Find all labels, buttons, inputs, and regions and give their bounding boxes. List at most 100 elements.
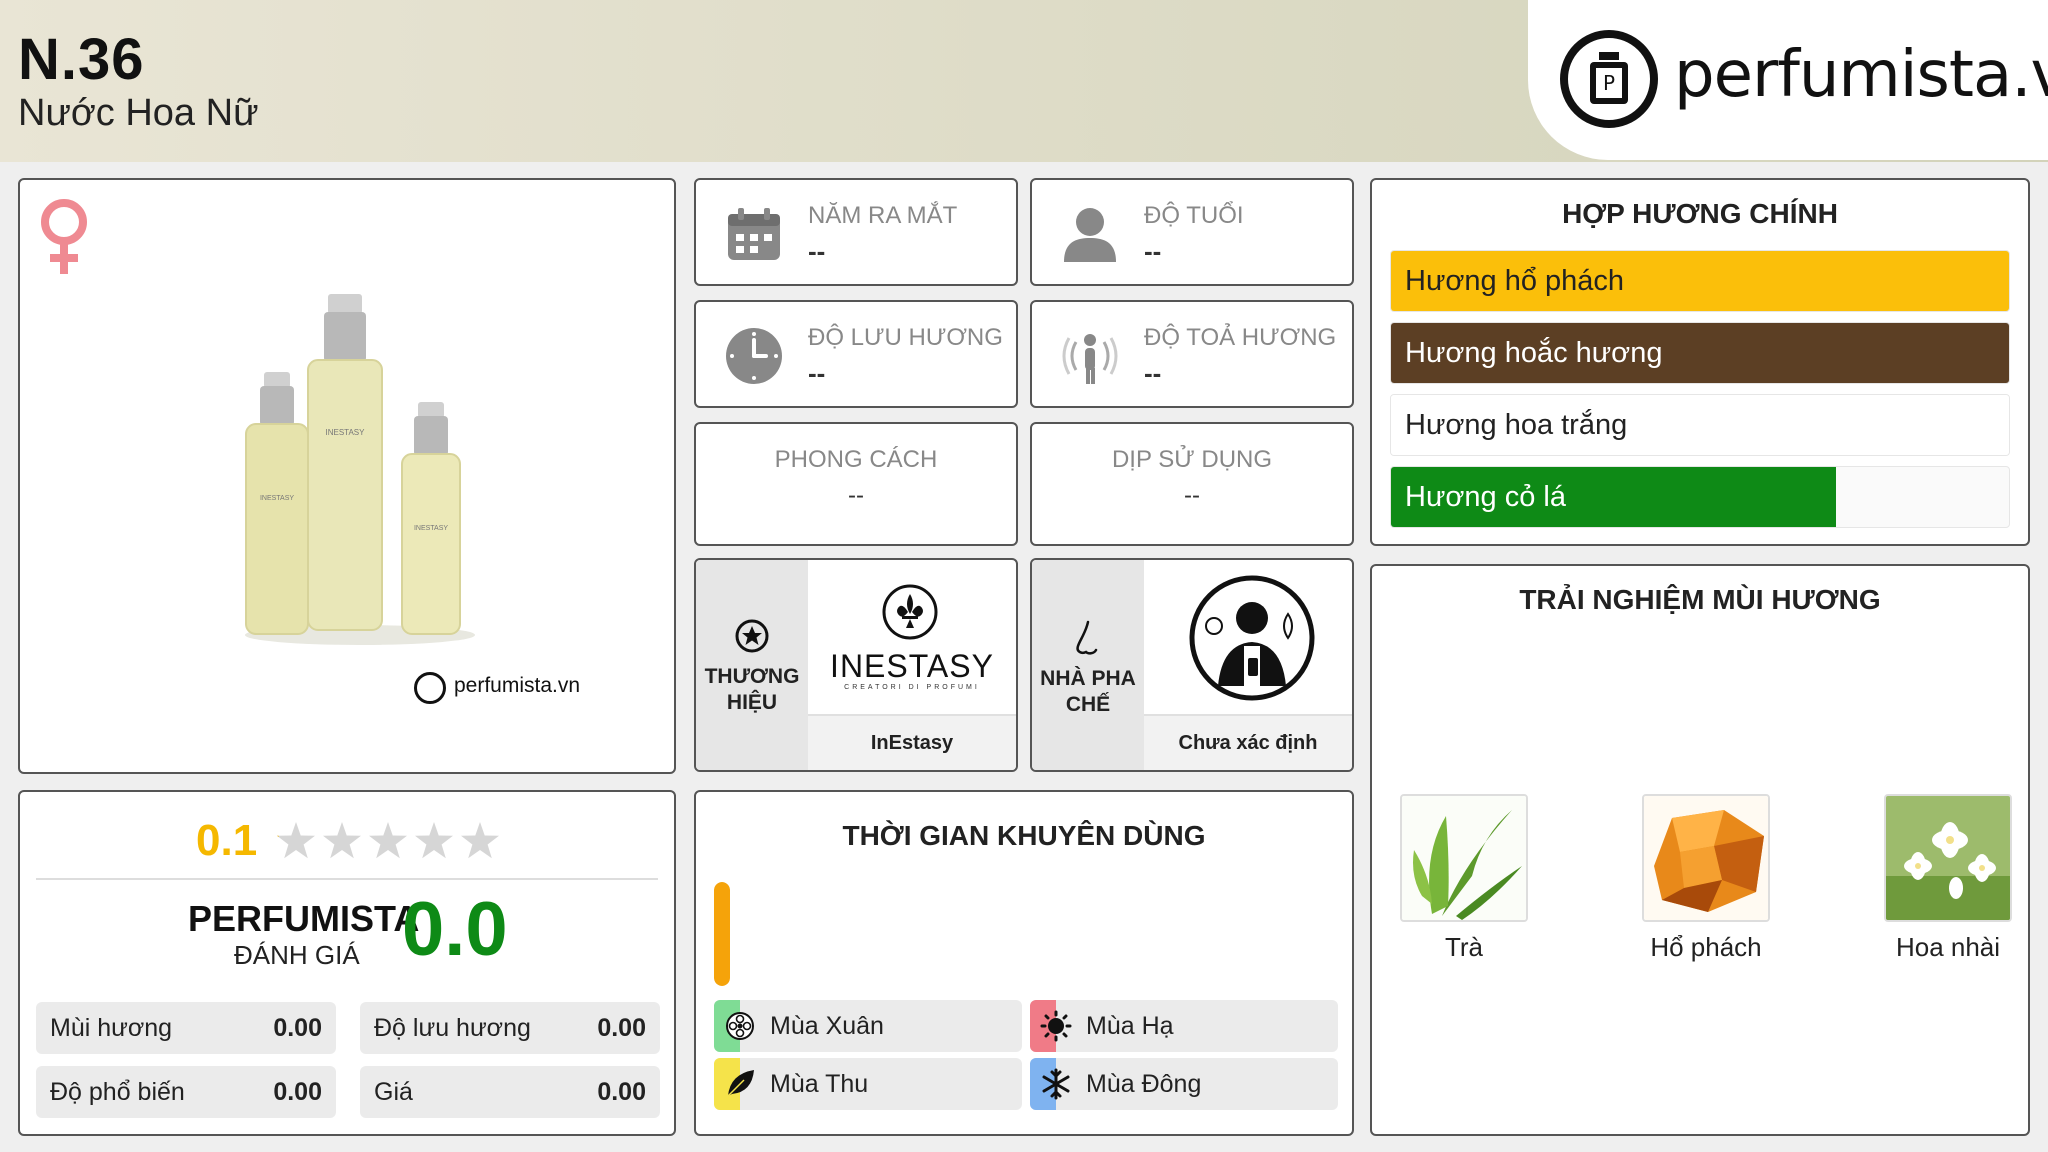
star-badge-icon (735, 619, 769, 653)
star-icon[interactable] (415, 822, 453, 859)
perfume-bottle-logo-icon: P (1560, 30, 1658, 128)
score-value: 0.00 (597, 1078, 646, 1106)
svg-text:INESTASY: INESTASY (326, 428, 366, 437)
svg-text:INESTASY: INESTASY (414, 525, 448, 532)
season-label: Mùa Hạ (1086, 1012, 1174, 1040)
stat-label: ĐỘ TOẢ HƯƠNG (1144, 324, 1337, 351)
perfumer-name: Chưa xác định (1144, 714, 1352, 770)
site-logo[interactable]: P perfumista.vn (1528, 0, 2048, 160)
accord-label: Hương hổ phách (1405, 265, 1625, 297)
brand-side-panel: THƯƠNG HIỆU (696, 560, 808, 770)
stars-svg (277, 822, 499, 859)
accord-bar: Hương cỏ lá (1390, 466, 2010, 528)
season-autumn: Mùa Thu (714, 1058, 1022, 1110)
brand-label-line1: THƯƠNG (704, 665, 800, 688)
snowflake-icon (1042, 1068, 1070, 1100)
stat-label: ĐỘ TUỔI (1144, 202, 1244, 229)
perfumista-score: 0.0 (402, 887, 508, 972)
score-value: 0.00 (597, 1014, 646, 1042)
score-price: Giá 0.00 (360, 1066, 660, 1118)
day-night-track (714, 882, 730, 986)
female-symbol-icon (41, 199, 87, 274)
stat-occasion: DỊP SỬ DỤNG -- (1030, 422, 1354, 546)
star-icon[interactable] (369, 822, 407, 859)
amber-stone-image[interactable] (1642, 794, 1770, 922)
product-image-card: INESTASY INESTASY INESTASY perfumista.vn (18, 178, 676, 774)
brand-logo-tagline: CREATORI DI PROFUMI (844, 684, 980, 691)
user-score: 0.1 (196, 816, 258, 865)
accord-bar: Hương hoa trắng (1390, 394, 2010, 456)
svg-text:INESTASY: INESTASY (260, 495, 294, 502)
stat-value: -- (1144, 358, 1162, 388)
day-night-bar (714, 882, 730, 986)
stat-age: ĐỘ TUỔI -- (1030, 178, 1354, 286)
experience-title: TRẢI NGHIỆM MÙI HƯƠNG (1519, 584, 1881, 615)
stat-value: -- (1184, 482, 1200, 509)
season-label: Mùa Xuân (770, 1012, 884, 1040)
brand-label-line2: HIỆU (726, 691, 778, 714)
product-subtitle: Nước Hoa Nữ (18, 92, 259, 134)
stat-value: -- (808, 358, 826, 388)
score-scent: Mùi hương 0.00 (36, 1002, 336, 1054)
sun-icon (1040, 1010, 1072, 1042)
accord-bar: Hương hổ phách (1390, 250, 2010, 312)
clock-icon (726, 328, 782, 384)
site-name: perfumista.vn (1674, 38, 2048, 112)
stat-sillage: ĐỘ TOẢ HƯƠNG -- (1030, 300, 1354, 408)
header-bar: N.36 Nước Hoa Nữ P perfumista.vn (0, 0, 2048, 162)
score-longevity: Độ lưu hương 0.00 (360, 1002, 660, 1054)
rating-card: 0.1 PERFUMISTA ĐÁNH GIÁ 0.0 Mùi hương 0.… (18, 790, 676, 1136)
star-icon[interactable] (461, 822, 499, 859)
sillage-icon (1062, 334, 1118, 384)
perfume-bottles-image: INESTASY INESTASY INESTASY (245, 294, 475, 645)
stat-label: NĂM RA MẮT (808, 202, 958, 229)
accord-label: Hương hoa trắng (1405, 409, 1628, 441)
stat-label: ĐỘ LƯU HƯƠNG (808, 324, 1003, 351)
spring-flower-icon (726, 1012, 754, 1040)
star-rating[interactable] (274, 818, 504, 864)
person-icon (1064, 208, 1116, 262)
score-label: Độ lưu hương (374, 1014, 531, 1042)
accord-bar: Hương hoắc hương (1390, 322, 2010, 384)
brand-logo-text: INESTASY (830, 648, 994, 684)
brand-logo: INESTASY CREATORI DI PROFUMI (808, 560, 1016, 716)
divider (36, 878, 658, 880)
jasmine-flower-image[interactable] (1884, 794, 2012, 922)
scent-experience-card: TRẢI NGHIỆM MÙI HƯƠNG Trà Hổ phách Hoa n… (1370, 564, 2030, 1136)
recommend-title: THỜI GIAN KHUYÊN DÙNG (842, 820, 1206, 851)
review-label: ĐÁNH GIÁ (234, 940, 360, 970)
perfumista-label: PERFUMISTA (188, 898, 420, 939)
score-label: Độ phổ biến (50, 1078, 185, 1106)
product-name: N.36 (18, 27, 145, 92)
score-value: 0.00 (273, 1014, 322, 1042)
stat-label: DỊP SỬ DỤNG (1111, 446, 1273, 473)
recommended-time-card: THỜI GIAN KHUYÊN DÙNG Mùa Xuân Mùa Hạ Mù… (694, 790, 1354, 1136)
autumn-leaf-icon (727, 1070, 754, 1097)
stat-value: -- (808, 236, 826, 266)
season-summer: Mùa Hạ (1030, 1000, 1338, 1052)
score-label: Giá (374, 1078, 413, 1106)
perfumer-side-panel: NHÀ PHA CHẾ (1032, 560, 1144, 770)
star-icon[interactable] (323, 822, 361, 859)
perfumer-label-line1: NHÀ PHA (1040, 667, 1136, 690)
score-value: 0.00 (273, 1078, 322, 1106)
tea-leaf-image[interactable] (1400, 794, 1528, 922)
season-winter: Mùa Đông (1030, 1058, 1338, 1110)
fleur-de-lis-icon (882, 584, 938, 640)
svg-text:P: P (1603, 71, 1615, 95)
accord-label: Hương hoắc hương (1405, 337, 1663, 369)
brand-name: InEstasy (808, 714, 1016, 770)
stat-value: -- (848, 482, 864, 509)
season-label: Mùa Đông (1086, 1070, 1202, 1098)
watermark-logo-icon (414, 672, 446, 704)
stat-style: PHONG CÁCH -- (694, 422, 1018, 546)
perfumer-label-line2: CHẾ (1065, 693, 1111, 716)
nose-icon (1076, 620, 1098, 655)
brand-card[interactable]: THƯƠNG HIỆU INESTASY CREATORI DI PROFUMI… (694, 558, 1018, 772)
star-icon[interactable] (277, 822, 315, 859)
perfumer-card[interactable]: NHÀ PHA CHẾ Chưa xác định (1030, 558, 1354, 772)
note-label: Trà (1444, 932, 1484, 962)
note-label: Hổ phách (1650, 932, 1762, 962)
stat-longevity: ĐỘ LƯU HƯƠNG -- (694, 300, 1018, 408)
watermark-text: perfumista.vn (454, 674, 581, 697)
